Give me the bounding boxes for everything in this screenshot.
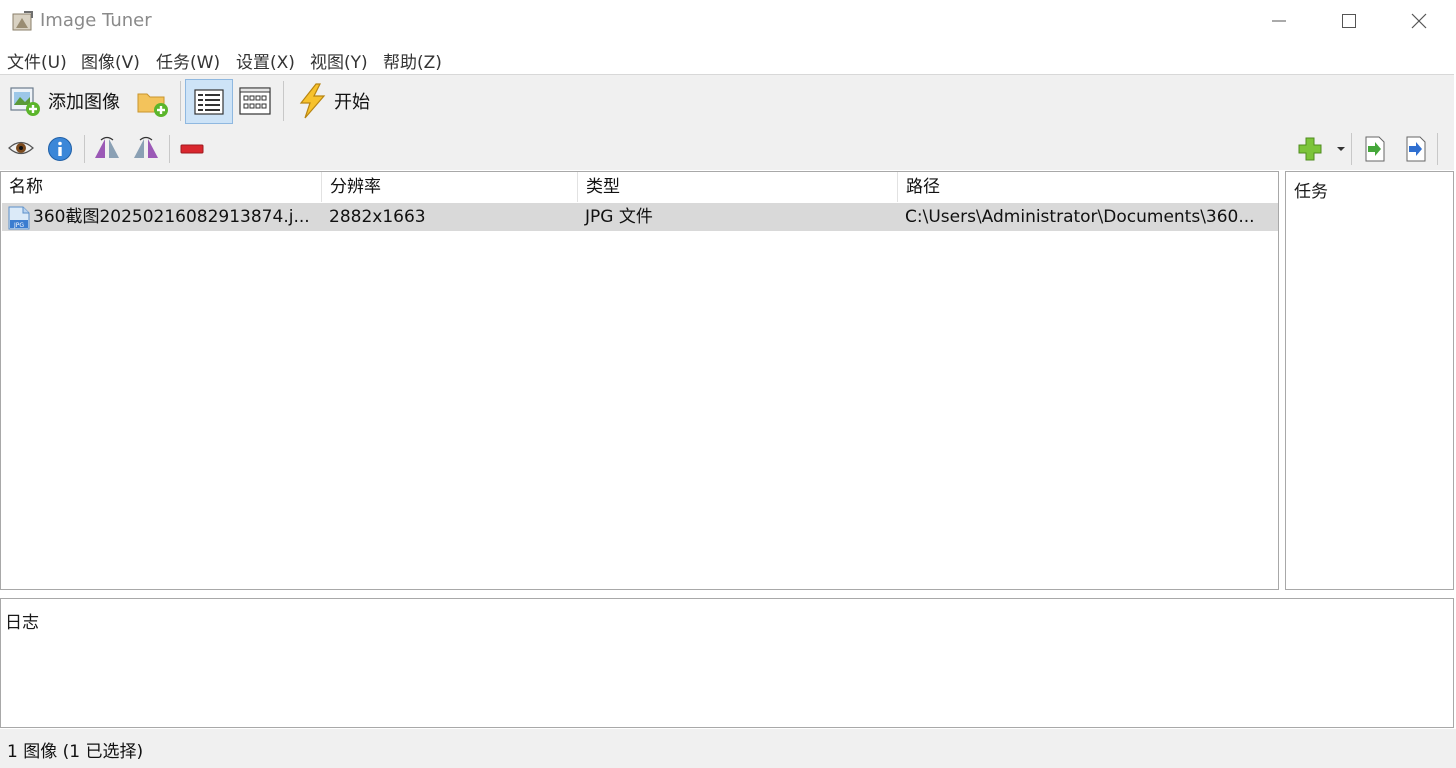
dropdown-arrow-icon bbox=[1337, 147, 1345, 151]
add-task-icon bbox=[1298, 137, 1322, 161]
window-title: Image Tuner bbox=[40, 10, 152, 31]
image-list[interactable]: 名称 分辨率 类型 路径 JPG 360截图20250216082913874.… bbox=[0, 171, 1279, 590]
maximize-icon bbox=[1342, 14, 1356, 28]
jpg-file-icon: JPG bbox=[8, 206, 30, 230]
menu-settings[interactable]: 设置(X) bbox=[236, 48, 295, 73]
status-bar: 1 图像 (1 已选择) bbox=[0, 729, 1456, 768]
import-task-button[interactable] bbox=[1363, 136, 1387, 162]
menu-help[interactable]: 帮助(Z) bbox=[383, 48, 442, 73]
svg-text:JPG: JPG bbox=[13, 222, 24, 229]
main-toolbar: 添加图像 开始 bbox=[0, 74, 1454, 128]
task-panel[interactable]: 任务 bbox=[1285, 171, 1454, 590]
remove-icon bbox=[180, 144, 204, 154]
add-task-dropdown[interactable] bbox=[1336, 146, 1346, 152]
log-panel[interactable]: 日志 bbox=[0, 598, 1454, 728]
cell-type: JPG 文件 bbox=[585, 207, 653, 227]
secondary-toolbar bbox=[0, 127, 1454, 170]
close-icon bbox=[1411, 13, 1427, 29]
add-folder-icon bbox=[137, 93, 168, 117]
app-icon bbox=[12, 11, 33, 31]
add-folder-button[interactable] bbox=[136, 86, 170, 118]
info-icon bbox=[48, 137, 72, 161]
minimize-button[interactable] bbox=[1244, 0, 1314, 42]
thumbnails-view-icon bbox=[239, 87, 271, 115]
task-panel-header: 任务 bbox=[1294, 182, 1328, 202]
add-images-button[interactable]: 添加图像 bbox=[8, 85, 120, 117]
add-images-icon bbox=[10, 87, 40, 116]
flip-vertical-button[interactable] bbox=[132, 136, 160, 160]
menu-bar: 文件(U) 图像(V) 任务(W) 设置(X) 视图(Y) 帮助(Z) bbox=[0, 42, 1456, 74]
table-row[interactable]: JPG 360截图20250216082913874.j... 2882x166… bbox=[2, 203, 1278, 231]
cell-resolution: 2882x1663 bbox=[329, 207, 426, 227]
export-task-button[interactable] bbox=[1404, 136, 1428, 162]
maximize-button[interactable] bbox=[1314, 0, 1384, 42]
title-bar: Image Tuner bbox=[0, 0, 1456, 42]
preview-eye-icon bbox=[8, 141, 34, 155]
details-view-icon bbox=[194, 88, 224, 115]
cell-path: C:\Users\Administrator\Documents\360... bbox=[905, 207, 1255, 227]
column-header-type[interactable]: 类型 bbox=[578, 172, 898, 202]
minimize-icon bbox=[1272, 20, 1286, 22]
close-button[interactable] bbox=[1384, 0, 1454, 42]
status-text: 1 图像 (1 已选择) bbox=[7, 742, 144, 762]
start-label: 开始 bbox=[334, 92, 370, 113]
add-task-button[interactable] bbox=[1297, 136, 1323, 162]
menu-image[interactable]: 图像(V) bbox=[81, 48, 140, 73]
flip-horizontal-button[interactable] bbox=[93, 136, 121, 160]
info-button[interactable] bbox=[47, 136, 73, 162]
column-header-resolution[interactable]: 分辨率 bbox=[322, 172, 578, 202]
menu-file[interactable]: 文件(U) bbox=[7, 48, 67, 73]
details-view-button[interactable] bbox=[185, 79, 233, 124]
preview-button[interactable] bbox=[8, 137, 34, 159]
flip-vertical-icon bbox=[134, 136, 158, 158]
import-task-icon bbox=[1365, 136, 1385, 162]
menu-task[interactable]: 任务(W) bbox=[156, 48, 220, 73]
export-task-icon bbox=[1406, 136, 1426, 162]
menu-view[interactable]: 视图(Y) bbox=[310, 48, 368, 73]
add-images-label: 添加图像 bbox=[48, 92, 120, 113]
log-panel-header: 日志 bbox=[5, 613, 39, 633]
lightning-icon bbox=[299, 83, 326, 119]
flip-horizontal-icon bbox=[95, 136, 119, 158]
thumbnails-view-button[interactable] bbox=[239, 87, 271, 115]
column-header-name[interactable]: 名称 bbox=[1, 172, 322, 202]
start-button[interactable]: 开始 bbox=[296, 83, 370, 119]
cell-name: 360截图20250216082913874.j... bbox=[33, 207, 310, 227]
remove-button[interactable] bbox=[180, 144, 204, 154]
column-header-path[interactable]: 路径 bbox=[898, 172, 1278, 202]
